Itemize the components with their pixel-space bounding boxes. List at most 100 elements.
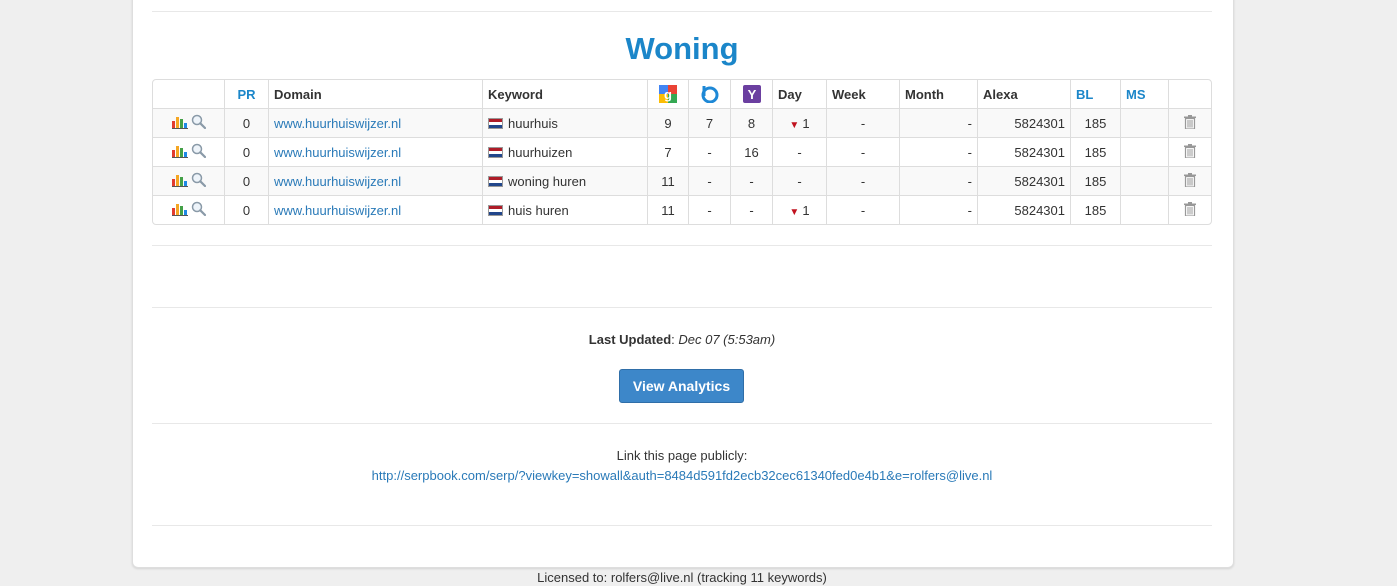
- divider: [152, 307, 1212, 308]
- chart-icon[interactable]: [171, 202, 188, 219]
- domain-header[interactable]: Domain: [268, 80, 482, 108]
- keyword-header[interactable]: Keyword: [482, 80, 647, 108]
- google-rank-cell: 11: [647, 195, 688, 224]
- divider: [152, 525, 1212, 526]
- bing-icon: [701, 86, 718, 103]
- magnifier-icon[interactable]: [191, 114, 206, 132]
- bing-rank-cell: -: [688, 137, 730, 166]
- magnifier-icon[interactable]: [191, 172, 206, 190]
- last-updated: Last Updated: Dec 07 (5:53am): [588, 332, 776, 347]
- trash-icon[interactable]: [1184, 143, 1196, 161]
- last-updated-value: Dec 07 (5:53am): [678, 332, 776, 347]
- row-actions: [153, 195, 224, 224]
- yahoo-rank-cell: 8: [730, 108, 772, 137]
- google-rank-cell: 7: [647, 137, 688, 166]
- domain-cell: www.huurhuiswijzer.nl: [268, 108, 482, 137]
- day-change-value: -: [797, 144, 802, 160]
- pr-cell: 0: [224, 137, 268, 166]
- week-change-cell: -: [826, 137, 899, 166]
- divider: [152, 11, 1212, 12]
- bl-cell: 185: [1070, 108, 1120, 137]
- bl-header[interactable]: BL: [1070, 80, 1120, 108]
- week-change-cell: -: [826, 195, 899, 224]
- last-updated-label: Last Updated: [588, 332, 672, 347]
- keyword-text: woning huren: [508, 173, 587, 189]
- table-row: 0 www.huurhuiswijzer.nl woning huren 11- - - -…: [153, 166, 1211, 195]
- bing-rank-cell: -: [688, 195, 730, 224]
- table-header-row: PR Domain Keyword g Y Day Week Month Ale…: [153, 80, 1211, 108]
- magnifier-icon[interactable]: [191, 143, 206, 161]
- pr-header[interactable]: PR: [224, 80, 268, 108]
- google-rank-cell: 11: [647, 166, 688, 195]
- bing-header[interactable]: [688, 80, 730, 108]
- domain-link[interactable]: www.huurhuiswijzer.nl: [274, 116, 401, 131]
- alexa-header[interactable]: Alexa: [977, 80, 1070, 108]
- yahoo-rank-cell: 16: [730, 137, 772, 166]
- month-change-cell: -: [899, 137, 977, 166]
- day-change-value: -: [797, 173, 802, 189]
- public-link-url[interactable]: http://serpbook.com/serp/?viewkey=showal…: [372, 468, 993, 483]
- public-link-label: Link this page publicly:: [616, 448, 748, 463]
- delete-cell: [1168, 108, 1211, 137]
- keyword-cell: huurhuis: [482, 108, 647, 137]
- ms-header[interactable]: MS: [1120, 80, 1168, 108]
- ms-cell: [1120, 166, 1168, 195]
- public-link-wrap: http://serpbook.com/serp/?viewkey=showal…: [152, 468, 1212, 483]
- rankings-table: PR Domain Keyword g Y Day Week Month Ale…: [152, 79, 1212, 225]
- yahoo-rank-cell: -: [730, 166, 772, 195]
- google-rank-cell: 9: [647, 108, 688, 137]
- trash-icon[interactable]: [1184, 172, 1196, 190]
- day-header[interactable]: Day: [772, 80, 826, 108]
- pr-cell: 0: [224, 195, 268, 224]
- yahoo-icon: Y: [742, 85, 761, 103]
- netherlands-flag-icon: [488, 117, 503, 129]
- keyword-text: huurhuis: [508, 115, 558, 131]
- divider: [152, 423, 1212, 424]
- week-change-cell: -: [826, 108, 899, 137]
- month-change-cell: -: [899, 195, 977, 224]
- yahoo-header[interactable]: Y: [730, 80, 772, 108]
- chart-icon[interactable]: [171, 144, 188, 161]
- day-change-cell: ▼ 1: [772, 195, 826, 224]
- domain-cell: www.huurhuiswijzer.nl: [268, 195, 482, 224]
- chart-icon[interactable]: [171, 173, 188, 190]
- google-header[interactable]: g: [647, 80, 688, 108]
- table-row: 0 www.huurhuiswijzer.nl huis huren 11- - ▼ 1- -…: [153, 195, 1211, 224]
- chart-icon[interactable]: [171, 115, 188, 132]
- month-header[interactable]: Month: [899, 80, 977, 108]
- magnifier-icon[interactable]: [191, 201, 206, 219]
- netherlands-flag-icon: [488, 175, 503, 187]
- domain-link[interactable]: www.huurhuiswijzer.nl: [274, 145, 401, 160]
- bl-cell: 185: [1070, 166, 1120, 195]
- license-footer: Licensed to: rolfers@live.nl (tracking 1…: [537, 570, 827, 585]
- netherlands-flag-icon: [488, 146, 503, 158]
- keyword-text: huis huren: [508, 202, 569, 218]
- domain-cell: www.huurhuiswijzer.nl: [268, 166, 482, 195]
- actions-header: [153, 80, 224, 108]
- week-header[interactable]: Week: [826, 80, 899, 108]
- month-change-cell: -: [899, 166, 977, 195]
- domain-link[interactable]: www.huurhuiswijzer.nl: [274, 174, 401, 189]
- trash-icon[interactable]: [1184, 114, 1196, 132]
- day-change-cell: ▼ 1: [772, 108, 826, 137]
- ms-cell: [1120, 195, 1168, 224]
- pr-cell: 0: [224, 166, 268, 195]
- table-row: 0 www.huurhuiswijzer.nl huurhuizen 7-16- - -5…: [153, 137, 1211, 166]
- ms-cell: [1120, 137, 1168, 166]
- trash-icon[interactable]: [1184, 201, 1196, 219]
- bl-cell: 185: [1070, 195, 1120, 224]
- alexa-cell: 5824301: [977, 108, 1070, 137]
- netherlands-flag-icon: [488, 204, 503, 216]
- alexa-cell: 5824301: [977, 137, 1070, 166]
- divider: [152, 245, 1212, 246]
- keyword-text: huurhuizen: [508, 144, 573, 160]
- google-icon: g: [659, 85, 677, 103]
- ms-cell: [1120, 108, 1168, 137]
- domain-link[interactable]: www.huurhuiswijzer.nl: [274, 203, 401, 218]
- view-analytics-button[interactable]: View Analytics: [619, 369, 744, 403]
- delete-cell: [1168, 166, 1211, 195]
- keyword-cell: woning huren: [482, 166, 647, 195]
- table-row: 0 www.huurhuiswijzer.nl huurhuis 9 7 8 ▼ 1- -582…: [153, 108, 1211, 137]
- week-change-cell: -: [826, 166, 899, 195]
- bl-cell: 185: [1070, 137, 1120, 166]
